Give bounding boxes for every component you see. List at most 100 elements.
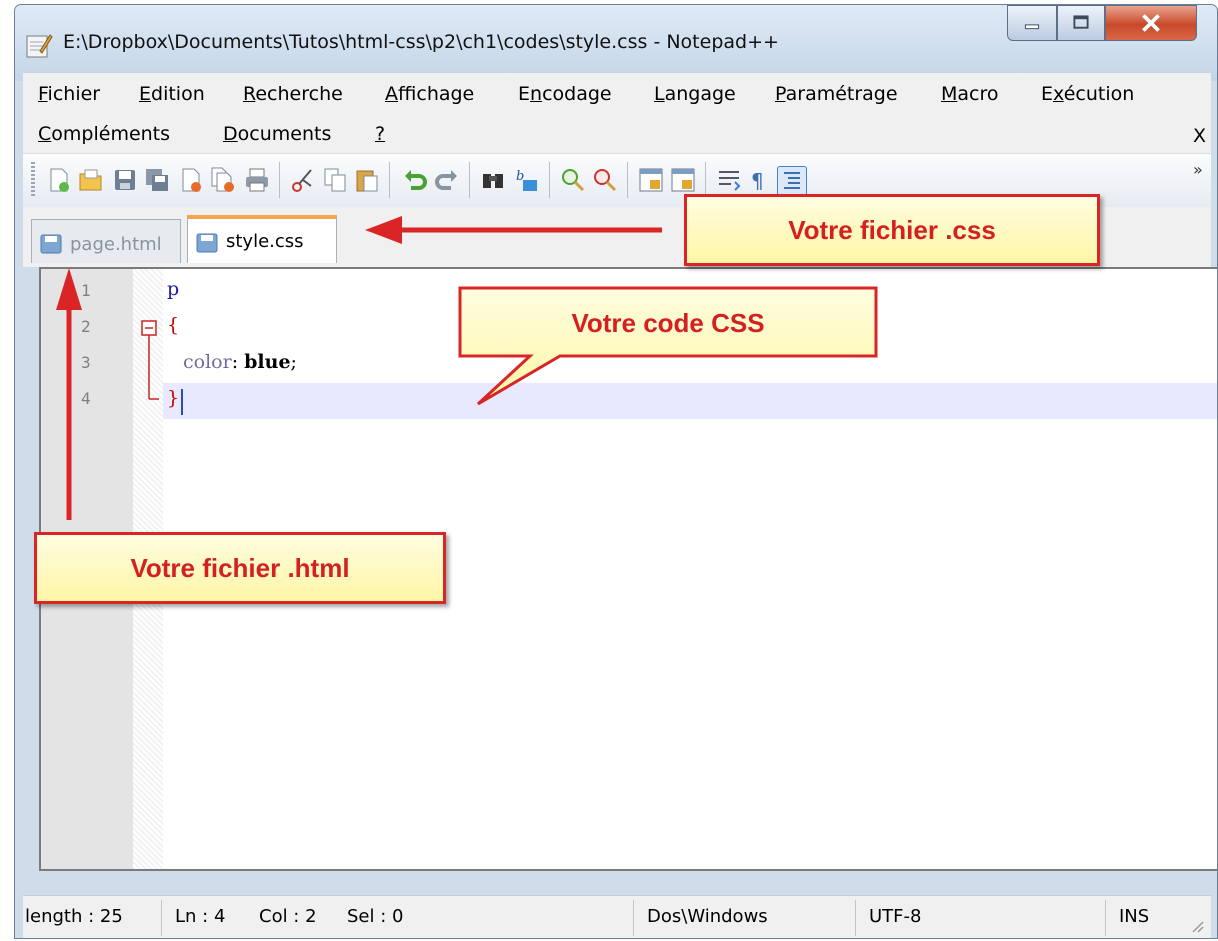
show-all-chars-icon[interactable]: ¶ <box>745 166 773 194</box>
close-button[interactable] <box>1105 5 1197 41</box>
menu-langage[interactable]: Langage <box>654 83 736 105</box>
menu-mnemonic: ? <box>375 123 386 145</box>
sync-vertical-icon[interactable] <box>637 166 665 194</box>
tab-label: style.css <box>226 231 304 252</box>
menu-parametrage[interactable]: Paramétrage <box>775 83 898 105</box>
cut-icon[interactable] <box>289 166 317 194</box>
menu-label: angage <box>664 83 736 105</box>
menu-recherche[interactable]: Recherche <box>243 83 343 105</box>
status-column: Col : 2 <box>259 906 317 927</box>
line-number: 4 <box>81 389 91 408</box>
menu-help[interactable]: ? <box>375 123 385 145</box>
status-separator <box>161 900 162 936</box>
menu-label: echerche <box>255 83 343 105</box>
menu-mnemonic: P <box>775 83 786 105</box>
maximize-icon <box>1073 15 1089 29</box>
menu-label: codage <box>542 83 612 105</box>
close-all-icon[interactable] <box>209 166 237 194</box>
open-file-icon[interactable] <box>77 166 105 194</box>
menu-label: acro <box>957 83 999 105</box>
svg-text:¶: ¶ <box>751 169 764 193</box>
minimize-button[interactable] <box>1007 5 1057 41</box>
menu-label: ichier <box>47 83 101 105</box>
tab-style-css[interactable]: style.css <box>187 215 337 263</box>
menu-label: dition <box>151 83 205 105</box>
toolbar-separator <box>279 162 280 198</box>
replace-icon[interactable]: b <box>513 166 541 194</box>
status-length: length : 25 <box>25 906 123 927</box>
menu-label: ffichage <box>398 83 475 105</box>
line-number: 2 <box>81 317 91 336</box>
resize-grip-icon[interactable] <box>1189 918 1205 934</box>
status-line: Ln : 4 <box>175 906 226 927</box>
menu-label: E <box>518 83 531 105</box>
code-line-1: p <box>167 278 180 300</box>
tab-page-html[interactable]: page.html <box>31 219 181 263</box>
menu-mnemonic: L <box>654 83 665 105</box>
menu-mnemonic: n <box>530 83 543 105</box>
toolbar-overflow-button[interactable]: » <box>1193 160 1203 179</box>
code-line-2: { <box>167 314 180 336</box>
paste-icon[interactable] <box>353 166 381 194</box>
callout-css-file: Votre fichier .css <box>684 194 1100 266</box>
toolbar-separator <box>389 162 390 198</box>
zoom-in-icon[interactable] <box>559 166 587 194</box>
close-document-button[interactable]: X <box>1193 125 1206 147</box>
status-separator <box>855 900 856 936</box>
saved-file-icon <box>40 234 62 254</box>
close-icon <box>1142 14 1160 32</box>
window-title: E:\Dropbox\Documents\Tutos\html-css\p2\c… <box>63 31 779 53</box>
redo-icon[interactable] <box>433 166 461 194</box>
menu-fichier[interactable]: Fichier <box>38 83 100 105</box>
toolbar-separator <box>627 162 628 198</box>
notepad-icon <box>26 34 53 58</box>
menu-execution[interactable]: Exécution <box>1041 83 1134 105</box>
status-encoding: UTF-8 <box>869 906 922 927</box>
fold-marker-icon[interactable] <box>139 315 161 407</box>
status-bar: length : 25 Ln : 4 Col : 2 Sel : 0 Dos\W… <box>23 895 1211 938</box>
code-line-4: } <box>167 387 180 409</box>
callout-css-code: Votre code CSS <box>571 308 765 338</box>
menu-label: écution <box>1063 83 1135 105</box>
zoom-out-icon[interactable] <box>591 166 619 194</box>
menu-label: E <box>1041 83 1054 105</box>
menu-label: ocuments <box>237 123 332 145</box>
menu-macro[interactable]: Macro <box>941 83 999 105</box>
toolbar-separator <box>705 162 706 198</box>
title-bar[interactable]: E:\Dropbox\Documents\Tutos\html-css\p2\c… <box>15 5 1217 81</box>
menu-complements[interactable]: Compléments <box>38 123 170 145</box>
menu-mnemonic: A <box>385 83 398 105</box>
new-file-icon[interactable] <box>45 166 73 194</box>
line-number: 1 <box>81 281 91 300</box>
copy-icon[interactable] <box>321 166 349 194</box>
print-icon[interactable] <box>243 166 271 194</box>
code-line-3: color: blue; <box>183 351 297 373</box>
menu-mnemonic: x <box>1053 83 1064 105</box>
toolbar-separator <box>469 162 470 198</box>
menu-documents[interactable]: Documents <box>223 123 331 145</box>
sync-horizontal-icon[interactable] <box>669 166 697 194</box>
menu-mnemonic: C <box>38 123 52 145</box>
save-icon[interactable] <box>111 166 139 194</box>
status-insert-mode: INS <box>1119 906 1150 927</box>
menu-mnemonic: D <box>223 123 238 145</box>
toolbar-grip[interactable] <box>31 162 35 198</box>
menu-edition[interactable]: Edition <box>139 83 205 105</box>
saved-file-icon <box>196 233 218 253</box>
menu-affichage[interactable]: Affichage <box>385 83 474 105</box>
undo-icon[interactable] <box>401 166 429 194</box>
indent-guide-icon[interactable] <box>777 166 807 196</box>
menu-label: ompléments <box>51 123 171 145</box>
current-line-highlight <box>163 383 1217 419</box>
menu-mnemonic: M <box>941 83 958 105</box>
toolbar-separator <box>549 162 550 198</box>
find-icon[interactable] <box>479 166 507 194</box>
menu-mnemonic: R <box>243 83 256 105</box>
word-wrap-icon[interactable] <box>715 166 743 194</box>
menu-encodage[interactable]: Encodage <box>518 83 612 105</box>
save-all-icon[interactable] <box>143 166 171 194</box>
close-file-icon[interactable] <box>177 166 205 194</box>
menu-label: aramétrage <box>785 83 898 105</box>
maximize-button[interactable] <box>1057 5 1105 41</box>
status-separator <box>1105 900 1106 936</box>
